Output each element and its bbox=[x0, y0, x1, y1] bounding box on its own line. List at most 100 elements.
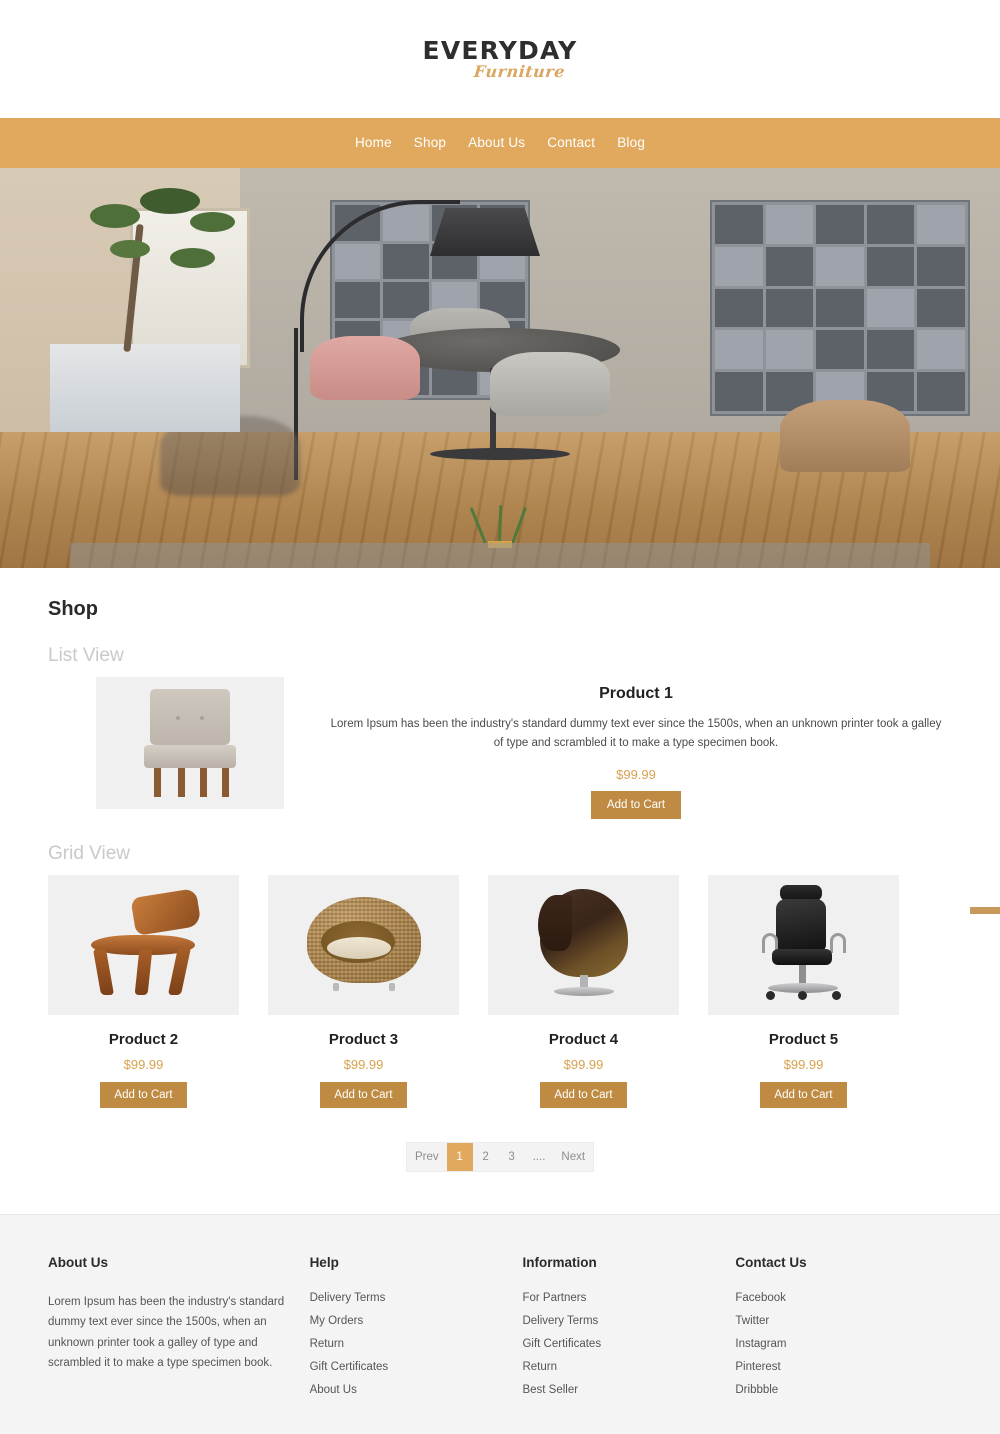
nav-link-shop[interactable]: Shop bbox=[414, 135, 446, 150]
product-5-image[interactable] bbox=[708, 874, 899, 1015]
site-logo[interactable]: EVERYDAY Furniture bbox=[422, 36, 578, 81]
footer-column-information: Information For Partners Delivery Terms … bbox=[522, 1255, 735, 1407]
footer-link-info-delivery-terms[interactable]: Delivery Terms bbox=[522, 1315, 713, 1327]
pagination-page-3[interactable]: 3 bbox=[499, 1143, 525, 1171]
footer-about-text: Lorem Ipsum has been the industry's stan… bbox=[48, 1295, 285, 1370]
page-title: Shop bbox=[48, 598, 98, 620]
product-1-add-to-cart-button[interactable]: Add to Cart bbox=[590, 790, 682, 819]
grey-chair-icon bbox=[490, 352, 610, 416]
pagination-page-1[interactable]: 1 bbox=[446, 1142, 473, 1171]
product-3-title: Product 3 bbox=[328, 1030, 399, 1048]
site-footer: About Us Lorem Ipsum has been the indust… bbox=[0, 1213, 1000, 1434]
footer-link-dribbble[interactable]: Dribbble bbox=[735, 1384, 930, 1396]
nav-list: Home Shop About Us Contact Blog bbox=[355, 134, 645, 152]
footer-link-delivery-terms[interactable]: Delivery Terms bbox=[310, 1292, 501, 1304]
footer-link-facebook[interactable]: Facebook bbox=[735, 1292, 930, 1304]
nav-link-blog[interactable]: Blog bbox=[617, 135, 645, 150]
product-1-description: Lorem Ipsum has been the industry's stan… bbox=[330, 718, 942, 749]
product-3-price: $99.99 bbox=[343, 1056, 384, 1072]
product-4-image[interactable] bbox=[488, 874, 679, 1015]
footer-link-info-return[interactable]: Return bbox=[522, 1361, 713, 1373]
list-view-product-row: Product 1 Lorem Ipsum has been the indus… bbox=[48, 677, 952, 819]
footer-link-gift-certificates[interactable]: Gift Certificates bbox=[310, 1361, 501, 1373]
wicker-tub-chair-icon bbox=[306, 895, 421, 995]
logo-primary-text: EVERYDAY bbox=[422, 36, 578, 65]
shop-section: Shop List View Product 1 Lorem Ipsum has… bbox=[0, 568, 1000, 1172]
product-1-image[interactable] bbox=[96, 677, 284, 809]
main-navigation: Home Shop About Us Contact Blog bbox=[0, 118, 1000, 168]
footer-column-help: Help Delivery Terms My Orders Return Gif… bbox=[310, 1255, 523, 1407]
product-1-title: Product 1 bbox=[599, 685, 673, 702]
hero-background-image bbox=[0, 168, 1000, 568]
footer-contact-title: Contact Us bbox=[735, 1254, 807, 1270]
product-2-image[interactable] bbox=[48, 874, 239, 1015]
nav-link-about-us[interactable]: About Us bbox=[468, 135, 525, 150]
shelving-unit-right-icon bbox=[710, 200, 970, 416]
nav-link-contact[interactable]: Contact bbox=[547, 135, 595, 150]
footer-link-twitter[interactable]: Twitter bbox=[735, 1315, 930, 1327]
product-2-title: Product 2 bbox=[108, 1030, 179, 1048]
product-card: Product 3 $99.99 Add to Cart bbox=[268, 874, 459, 1108]
pagination-prev-button[interactable]: Prev bbox=[407, 1143, 447, 1171]
executive-office-chair-icon bbox=[752, 884, 856, 1005]
planter-box-icon bbox=[50, 344, 240, 432]
footer-link-about-us[interactable]: About Us bbox=[310, 1384, 501, 1396]
nav-item-about-us[interactable]: About Us bbox=[468, 134, 525, 152]
nav-item-contact[interactable]: Contact bbox=[547, 134, 595, 152]
footer-link-info-gift-certificates[interactable]: Gift Certificates bbox=[522, 1338, 713, 1350]
page-root: EVERYDAY Furniture Home Shop About Us Co… bbox=[0, 0, 1000, 1434]
pagination-page-2[interactable]: 2 bbox=[473, 1143, 499, 1171]
hero-overlay-band bbox=[70, 543, 930, 568]
list-view-label: List View bbox=[48, 645, 124, 666]
logo-secondary-text: Furniture bbox=[472, 62, 566, 81]
nav-item-home[interactable]: Home bbox=[355, 134, 392, 152]
pink-chair-icon bbox=[310, 336, 420, 400]
grid-view-wrapper: Product 2 $99.99 Add to Cart Product 3 $… bbox=[48, 874, 1000, 1108]
product-3-add-to-cart-button[interactable]: Add to Cart bbox=[320, 1081, 407, 1108]
product-card: Product 4 $99.99 Add to Cart bbox=[488, 874, 679, 1108]
lamp-shade-icon bbox=[430, 208, 540, 256]
carousel-next-indicator[interactable] bbox=[970, 906, 1000, 914]
product-4-add-to-cart-button[interactable]: Add to Cart bbox=[540, 1081, 627, 1108]
nav-item-blog[interactable]: Blog bbox=[617, 134, 645, 152]
product-1-price: $99.99 bbox=[616, 766, 656, 782]
product-5-price: $99.99 bbox=[783, 1056, 824, 1072]
footer-column-about: About Us Lorem Ipsum has been the indust… bbox=[48, 1255, 310, 1407]
footer-help-title: Help bbox=[309, 1254, 339, 1270]
product-1-info: Product 1 Lorem Ipsum has been the indus… bbox=[284, 677, 952, 819]
pager-group: Prev 1 2 3 .... Next bbox=[405, 1141, 595, 1172]
grid-view-label: Grid View bbox=[48, 842, 131, 864]
footer-about-title: About Us bbox=[48, 1254, 108, 1270]
nav-item-shop[interactable]: Shop bbox=[414, 134, 446, 152]
product-5-title: Product 5 bbox=[768, 1030, 839, 1048]
hero-banner: 100% Slid Hard Wood Furniture bbox=[0, 168, 1000, 568]
pagination-ellipsis[interactable]: .... bbox=[525, 1143, 554, 1171]
footer-link-instagram[interactable]: Instagram bbox=[735, 1338, 930, 1350]
footer-information-title: Information bbox=[522, 1254, 597, 1270]
product-2-price: $99.99 bbox=[123, 1056, 164, 1072]
product-card: Product 2 $99.99 Add to Cart bbox=[48, 874, 239, 1108]
product-4-price: $99.99 bbox=[563, 1056, 604, 1072]
pagination-next-button[interactable]: Next bbox=[553, 1143, 593, 1171]
pagination: Prev 1 2 3 .... Next bbox=[48, 1141, 952, 1172]
product-3-image[interactable] bbox=[268, 874, 459, 1015]
tan-chair-icon bbox=[780, 400, 910, 472]
product-5-add-to-cart-button[interactable]: Add to Cart bbox=[760, 1081, 847, 1108]
footer-column-contact: Contact Us Facebook Twitter Instagram Pi… bbox=[735, 1255, 952, 1407]
footer-columns: About Us Lorem Ipsum has been the indust… bbox=[48, 1255, 952, 1407]
site-header: EVERYDAY Furniture bbox=[0, 0, 1000, 118]
footer-link-for-partners[interactable]: For Partners bbox=[522, 1292, 713, 1304]
leather-egg-chair-icon bbox=[532, 888, 636, 1001]
footer-link-pinterest[interactable]: Pinterest bbox=[735, 1361, 930, 1373]
grid-view-product-row: Product 2 $99.99 Add to Cart Product 3 $… bbox=[48, 874, 952, 1108]
product-card: Product 5 $99.99 Add to Cart bbox=[708, 874, 899, 1108]
footer-link-return[interactable]: Return bbox=[310, 1338, 501, 1350]
small-plant-icon bbox=[469, 500, 528, 548]
product-4-title: Product 4 bbox=[548, 1030, 619, 1048]
beige-slipper-chair-icon bbox=[138, 689, 242, 797]
plywood-lounge-chair-icon bbox=[81, 888, 207, 999]
footer-link-my-orders[interactable]: My Orders bbox=[310, 1315, 501, 1327]
footer-link-best-seller[interactable]: Best Seller bbox=[522, 1384, 713, 1396]
product-2-add-to-cart-button[interactable]: Add to Cart bbox=[100, 1081, 187, 1108]
nav-link-home[interactable]: Home bbox=[355, 135, 392, 150]
